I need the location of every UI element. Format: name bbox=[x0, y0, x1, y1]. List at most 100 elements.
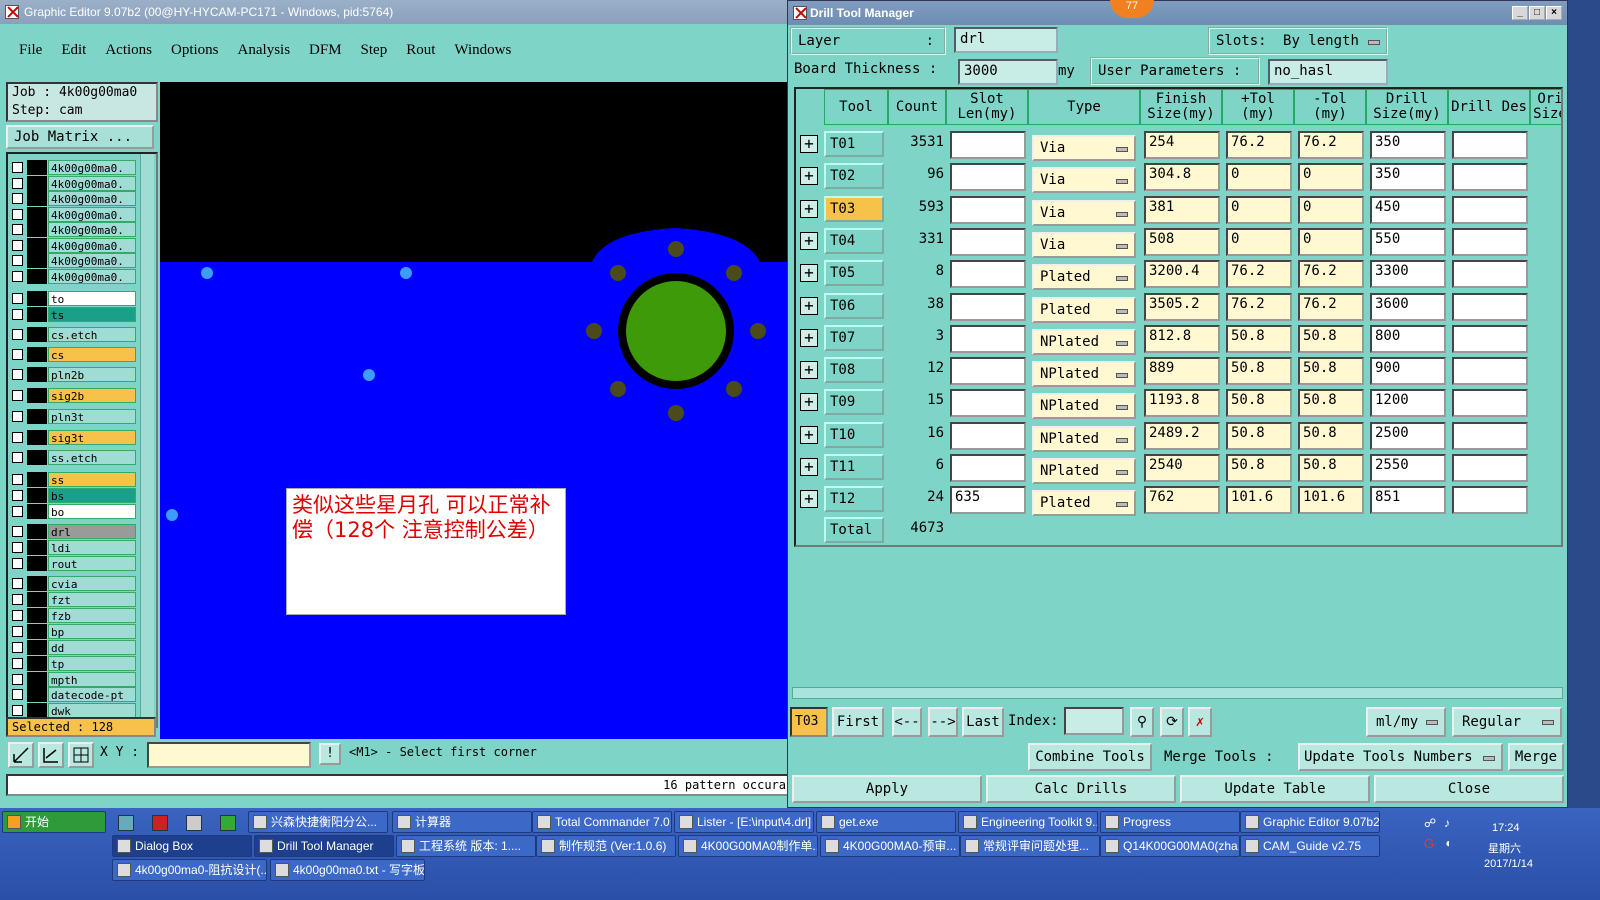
taskbar-item[interactable]: Engineering Toolkit 9.... bbox=[958, 811, 1098, 833]
minus-tol-input[interactable]: 0 bbox=[1298, 163, 1364, 192]
type-dropdown[interactable]: Via bbox=[1032, 135, 1136, 161]
layer-checkbox[interactable] bbox=[12, 224, 23, 235]
layer-row-mpth[interactable]: mpth bbox=[12, 672, 136, 687]
taskbar-item[interactable]: 常规评审问题处理... bbox=[960, 835, 1100, 857]
grid-icon[interactable] bbox=[68, 742, 94, 768]
drill-des-input[interactable] bbox=[1452, 292, 1528, 321]
expand-plus-icon[interactable]: + bbox=[800, 167, 818, 186]
type-dropdown[interactable]: Plated bbox=[1032, 264, 1136, 291]
layer-checkbox[interactable] bbox=[12, 411, 23, 422]
taskbar-item[interactable]: 4k00g00ma0.txt - 写字板 bbox=[270, 859, 425, 881]
prev-button[interactable]: <-- bbox=[892, 707, 922, 737]
finish-size-input[interactable]: 812.8 bbox=[1144, 324, 1220, 353]
apply-button[interactable]: Apply bbox=[792, 775, 982, 803]
layer-input[interactable]: drl bbox=[954, 27, 1058, 53]
slot-len-input[interactable] bbox=[950, 195, 1026, 224]
layer-name[interactable]: ts bbox=[48, 307, 136, 322]
type-dropdown[interactable]: NPlated bbox=[1032, 328, 1136, 355]
layer-row-4k00g00ma0-[interactable]: 4k00g00ma0. bbox=[12, 222, 136, 237]
slot-len-input[interactable]: 635 bbox=[950, 486, 1026, 515]
layer-row-bp[interactable]: bp bbox=[12, 624, 136, 639]
layer-name[interactable]: rout bbox=[48, 556, 136, 571]
finish-size-input[interactable]: 2540 bbox=[1144, 454, 1220, 482]
first-button[interactable]: First bbox=[832, 707, 884, 737]
next-button[interactable]: --> bbox=[928, 707, 958, 737]
layer-checkbox[interactable] bbox=[12, 658, 23, 669]
taskbar-item[interactable]: Graphic Editor 9.07b2... bbox=[1240, 811, 1380, 833]
layer-name[interactable]: sig2b bbox=[48, 388, 136, 403]
layer-name[interactable]: ldi bbox=[48, 540, 136, 555]
menu-edit[interactable]: Edit bbox=[61, 42, 86, 59]
board-thickness-input[interactable]: 3000 bbox=[958, 59, 1058, 85]
update-tools-numbers-dropdown[interactable]: Update Tools Numbers bbox=[1298, 743, 1503, 771]
plus-tol-input[interactable]: 50.8 bbox=[1226, 389, 1292, 418]
finish-size-input[interactable]: 889 bbox=[1144, 357, 1220, 386]
layer-checkbox[interactable] bbox=[12, 349, 23, 360]
minus-tol-input[interactable]: 0 bbox=[1298, 195, 1364, 224]
tool-id[interactable]: T04 bbox=[824, 227, 884, 254]
layer-name[interactable]: ss bbox=[48, 472, 136, 487]
drill-des-input[interactable] bbox=[1452, 357, 1528, 386]
layer-name[interactable]: tp bbox=[48, 656, 136, 671]
layer-row-cvia[interactable]: cvia bbox=[12, 576, 136, 591]
plus-tol-input[interactable]: 0 bbox=[1226, 195, 1292, 224]
delete-icon[interactable]: ✗ bbox=[1188, 707, 1212, 737]
taskbar-item[interactable]: CAM_Guide v2.75 bbox=[1240, 835, 1380, 857]
type-dropdown[interactable]: Plated bbox=[1032, 296, 1136, 323]
tool-id[interactable]: T09 bbox=[824, 389, 884, 416]
plus-tol-input[interactable]: 76.2 bbox=[1226, 292, 1292, 321]
tool-id[interactable]: T06 bbox=[824, 292, 884, 319]
drill-des-input[interactable] bbox=[1452, 131, 1528, 159]
menu-options[interactable]: Options bbox=[171, 42, 219, 59]
layer-checkbox[interactable] bbox=[12, 594, 23, 605]
plus-tol-input[interactable]: 0 bbox=[1226, 227, 1292, 256]
layer-name[interactable]: bo bbox=[48, 504, 136, 519]
layer-name[interactable]: cvia bbox=[48, 576, 136, 591]
layer-checkbox[interactable] bbox=[12, 309, 23, 320]
minus-tol-input[interactable]: 76.2 bbox=[1298, 292, 1364, 321]
table-horizontal-scrollbar[interactable] bbox=[792, 687, 1563, 699]
layer-row-cs-etch[interactable]: cs.etch bbox=[12, 327, 136, 342]
layer-row-sig2b[interactable]: sig2b bbox=[12, 388, 136, 403]
layer-list-scrollbar[interactable] bbox=[140, 154, 154, 726]
drill-des-input[interactable] bbox=[1452, 454, 1528, 482]
combine-tools-button[interactable]: Combine Tools bbox=[1028, 743, 1152, 771]
drill-size-input[interactable]: 800 bbox=[1370, 324, 1446, 353]
slot-len-input[interactable] bbox=[950, 260, 1026, 289]
slot-len-input[interactable] bbox=[950, 292, 1026, 321]
layer-name[interactable]: ss.etch bbox=[48, 450, 136, 465]
drill-size-input[interactable]: 3300 bbox=[1370, 260, 1446, 289]
layer-name[interactable]: pln2b bbox=[48, 367, 136, 382]
layer-row-4k00g00ma0-[interactable]: 4k00g00ma0. bbox=[12, 207, 136, 222]
user-parameters-input[interactable]: no_hasl bbox=[1268, 59, 1388, 85]
layer-checkbox[interactable] bbox=[12, 526, 23, 537]
layer-checkbox[interactable] bbox=[12, 432, 23, 443]
type-dropdown[interactable]: NPlated bbox=[1032, 425, 1136, 452]
taskbar-item[interactable]: get.exe bbox=[816, 811, 956, 833]
taskbar-item[interactable]: 4k00g00ma0-阻抗设计(... bbox=[112, 859, 267, 881]
layer-name[interactable]: bs bbox=[48, 488, 136, 503]
finish-size-input[interactable]: 3505.2 bbox=[1144, 292, 1220, 321]
drill-size-input[interactable]: 350 bbox=[1370, 163, 1446, 192]
drill-size-input[interactable]: 450 bbox=[1370, 195, 1446, 224]
taskbar-item[interactable]: Dialog Box bbox=[112, 835, 252, 857]
layer-name[interactable]: bp bbox=[48, 624, 136, 639]
layer-row-4k00g00ma0-[interactable]: 4k00g00ma0. bbox=[12, 191, 136, 206]
system-tray[interactable]: ☍ ♪ G ◖ bbox=[1424, 814, 1478, 874]
drill-size-input[interactable]: 350 bbox=[1370, 131, 1446, 159]
expand-plus-icon[interactable]: + bbox=[800, 199, 818, 218]
layer-checkbox[interactable] bbox=[12, 369, 23, 380]
menu-actions[interactable]: Actions bbox=[105, 42, 152, 59]
tray-speaker-icon[interactable]: ◖ bbox=[1444, 836, 1451, 850]
minus-tol-input[interactable]: 50.8 bbox=[1298, 357, 1364, 386]
expand-plus-icon[interactable]: + bbox=[800, 425, 818, 444]
layer-name[interactable]: dd bbox=[48, 640, 136, 655]
layer-name[interactable]: fzb bbox=[48, 608, 136, 623]
layer-row-datecode-pt[interactable]: datecode-pt bbox=[12, 687, 136, 702]
minus-tol-input[interactable]: 76.2 bbox=[1298, 260, 1364, 289]
layer-checkbox[interactable] bbox=[12, 558, 23, 569]
layer-checkbox[interactable] bbox=[12, 271, 23, 282]
layer-name[interactable]: 4k00g00ma0. bbox=[48, 160, 136, 175]
minus-tol-input[interactable]: 76.2 bbox=[1298, 131, 1364, 159]
zoom-window-icon[interactable] bbox=[8, 742, 34, 768]
